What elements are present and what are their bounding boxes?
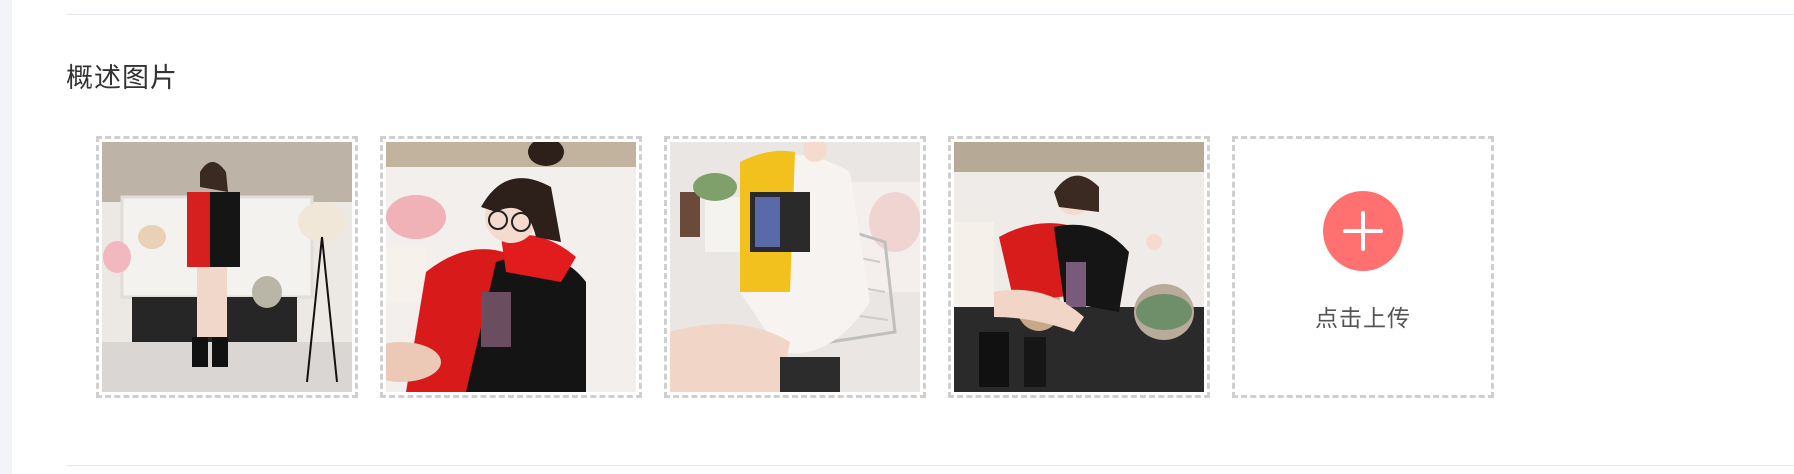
product-image-4 (954, 142, 1204, 392)
product-image-1 (102, 142, 352, 392)
plus-icon (1323, 191, 1403, 271)
left-margin-strip (0, 0, 12, 474)
image-slot-4[interactable] (948, 136, 1210, 398)
upload-label: 点击上传 (1315, 305, 1411, 331)
upload-button[interactable]: 点击上传 (1232, 136, 1494, 398)
section-title: 概述图片 (66, 63, 178, 93)
image-slot-2[interactable] (380, 136, 642, 398)
product-image-2 (386, 142, 636, 392)
image-gallery: 点击上传 (96, 136, 1494, 398)
divider-bottom (66, 465, 1794, 466)
divider-top (66, 14, 1794, 15)
image-slot-3[interactable] (664, 136, 926, 398)
image-slot-1[interactable] (96, 136, 358, 398)
product-image-3 (670, 142, 920, 392)
